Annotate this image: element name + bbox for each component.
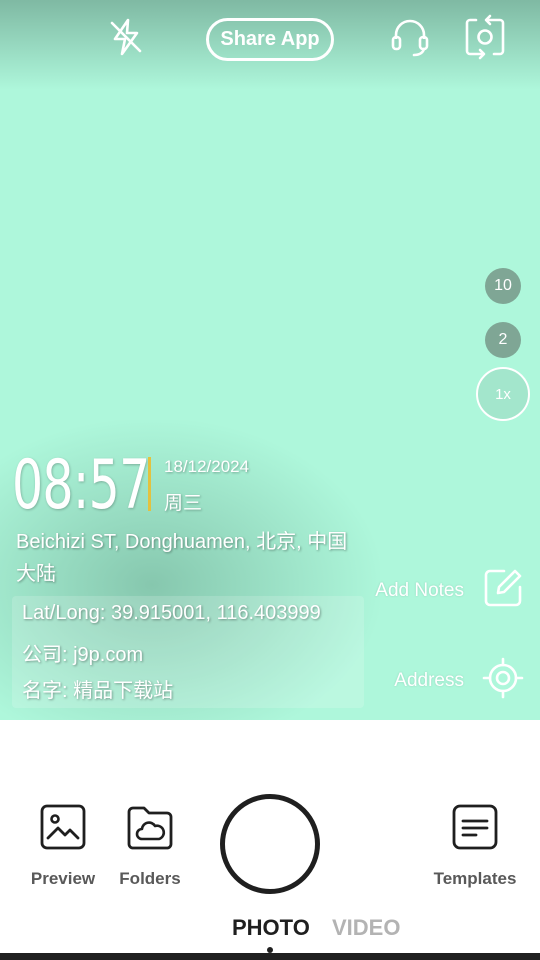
zoom-2x-button[interactable]: 2 (485, 322, 521, 358)
preview-button[interactable]: Preview (13, 804, 113, 889)
watermark-company: 公司: j9p.com (22, 644, 144, 666)
watermark-name: 名字: 精品下载站 (22, 680, 174, 702)
watermark-address: Beichizi ST, Donghuamen, 北京, 中国大陆 (16, 531, 348, 585)
flash-toggle-button[interactable] (103, 16, 149, 62)
templates-icon (452, 804, 498, 855)
system-nav-bar (0, 953, 540, 960)
mode-photo-tab[interactable]: PHOTO (232, 915, 310, 941)
add-notes-label[interactable]: Add Notes (375, 580, 464, 602)
camera-viewfinder[interactable]: Share App 10 2 1x 08:57 18/12/2024 周三 Be… (0, 0, 540, 720)
support-button[interactable] (387, 16, 433, 62)
cloud-folder-icon (127, 804, 173, 855)
watermark-date: 18/12/2024 (164, 457, 250, 476)
watermark-divider (148, 457, 151, 511)
top-bar: Share App (0, 0, 540, 80)
flash-off-icon (106, 17, 146, 62)
bottom-controls: Preview Folders Templates PHOTO VIDEO (0, 720, 540, 960)
camera-app: Share App 10 2 1x 08:57 18/12/2024 周三 Be… (0, 0, 540, 960)
templates-label: Templates (433, 869, 517, 888)
location-target-icon (482, 657, 524, 704)
gallery-image-icon (40, 804, 86, 855)
share-app-button[interactable]: Share App (206, 18, 334, 61)
watermark-latlong: Lat/Long: 39.915001, 116.403999 (22, 602, 321, 624)
switch-camera-button[interactable] (462, 14, 508, 65)
preview-label: Preview (30, 869, 96, 888)
camera-switch-icon (462, 14, 508, 65)
folders-button[interactable]: Folders (100, 804, 200, 889)
shutter-button[interactable] (220, 794, 320, 894)
folders-label: Folders (119, 869, 181, 888)
address-button[interactable] (481, 657, 525, 704)
edit-note-icon (482, 567, 524, 614)
watermark-weekday: 周三 (164, 493, 203, 514)
mode-video-tab[interactable]: VIDEO (332, 915, 400, 941)
watermark-time: 08:57 (12, 446, 150, 525)
zoom-1x-button[interactable]: 1x (476, 367, 530, 421)
templates-button[interactable]: Templates (425, 804, 525, 889)
zoom-10x-button[interactable]: 10 (485, 268, 521, 304)
address-label[interactable]: Address (394, 670, 464, 692)
headset-icon (388, 15, 432, 64)
add-notes-button[interactable] (481, 568, 525, 612)
